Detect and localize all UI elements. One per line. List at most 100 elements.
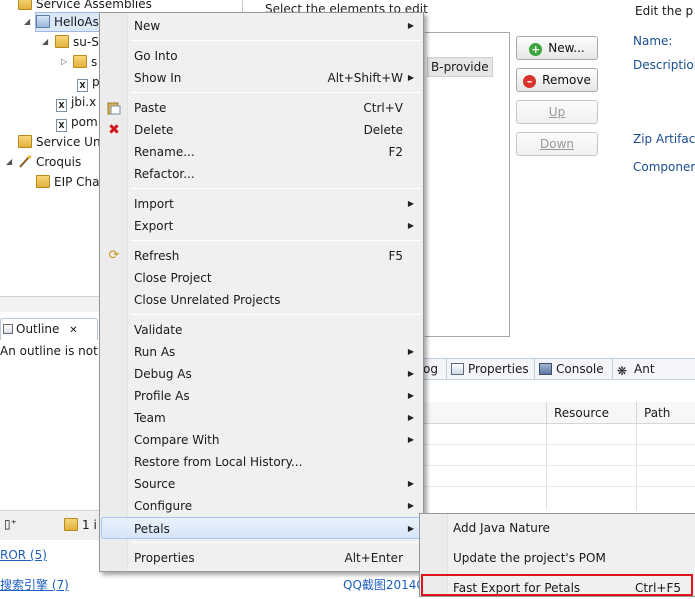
submenu-arrow-icon: ▶ [407,199,414,208]
menu-separator [131,314,421,315]
menu-item-debug-as[interactable]: Debug As ▶ [101,363,422,385]
submenu-arrow-icon: ▶ [407,391,414,400]
paste-icon [107,101,121,115]
menu-item-configure[interactable]: Configure ▶ [101,495,422,517]
xml-file-icon: X [56,99,67,112]
menu-item-show-in[interactable]: Show In Alt+Shift+W ▶ [101,67,422,89]
bottom-toolbar: ▯⁺ 1 i [0,510,100,540]
menu-item-compare-with[interactable]: Compare With ▶ [101,429,422,451]
menu-separator [131,92,421,93]
submenu-arrow-icon: ▶ [407,479,414,488]
submenu-arrow-icon: ▶ [407,435,414,444]
remove-button[interactable]: – Remove [516,68,598,92]
xml-file-icon: X [77,79,88,92]
menu-item-close-project[interactable]: Close Project [101,267,422,289]
editor-right-title: Edit the p [635,4,694,18]
project-icon [36,15,50,28]
submenu-arrow-icon: ▶ [407,347,414,356]
tree-item-jbi[interactable]: Xjbi.x [56,92,96,112]
menu-item-paste[interactable]: Paste Ctrl+V [101,97,422,119]
qq-screenshot-label[interactable]: QQ截图20140 [343,576,424,593]
tree-toggle-icon[interactable]: ◢ [24,12,32,32]
outline-message: An outline is not a [0,344,109,358]
submenu-arrow-icon: ▶ [407,73,414,82]
folder-icon [36,175,50,188]
tab-ant[interactable]: ❋ Ant [612,359,655,380]
tree-toggle-icon[interactable]: ◢ [42,32,50,52]
component-label: Componer [633,160,695,174]
menu-item-refresh[interactable]: ⟳ Refresh F5 [101,245,422,267]
table-row[interactable] [420,445,695,466]
menu-separator [131,240,421,241]
column-path[interactable]: Path [636,402,695,424]
menu-item-import[interactable]: Import ▶ [101,193,422,215]
status-text: 1 i [64,518,97,532]
tree-item-s[interactable]: s [73,52,97,72]
menu-item-close-unrelated-projects[interactable]: Close Unrelated Projects [101,289,422,311]
zip-artifact-label: Zip Artifact [633,132,695,146]
menu-separator [131,542,421,543]
delete-icon: ✖ [108,122,120,138]
column-divider [546,424,547,510]
console-icon [539,363,552,375]
xml-file-icon: X [56,119,67,132]
submenu-arrow-icon: ▶ [407,369,414,378]
tree-item-service-units[interactable]: Service Un [18,132,101,152]
table-row[interactable] [420,424,695,445]
menu-item-restore-local-history[interactable]: Restore from Local History... [101,451,422,473]
menu-item-profile-as[interactable]: Profile As ▶ [101,385,422,407]
table-row[interactable] [420,466,695,487]
menu-item-petals[interactable]: Petals ▶ [101,517,422,539]
menu-item-properties[interactable]: Properties Alt+Enter [101,547,422,569]
tab-console[interactable]: Console [534,359,604,380]
up-button[interactable]: Up [516,100,598,124]
menu-item-source[interactable]: Source ▶ [101,473,422,495]
elements-list[interactable] [425,32,510,337]
tree-item-pom[interactable]: Xpom [56,112,98,132]
add-icon: + [529,43,543,56]
tree-expand-icon[interactable]: ▷ [61,52,69,72]
menu-item-export[interactable]: Export ▶ [101,215,422,237]
column-resource[interactable]: Resource [546,402,636,424]
remove-icon: – [523,75,537,88]
highlight-box [421,574,693,596]
outline-icon [3,324,13,334]
menu-item-update-pom[interactable]: Update the project's POM [421,547,695,569]
submenu-arrow-icon: ▶ [407,524,414,533]
menu-item-go-into[interactable]: Go Into [101,45,422,67]
error-link[interactable]: ROR (5) [0,548,47,562]
column-divider [636,424,637,510]
folder-icon [64,518,78,531]
close-icon[interactable]: ✕ [69,325,77,336]
tree-item-croquis[interactable]: Croquis [18,152,81,172]
menu-item-delete[interactable]: ✖ Delete Delete [101,119,422,141]
tab-outline[interactable]: Outline ✕ [0,318,98,340]
tab-properties[interactable]: Properties [446,359,529,380]
editor-icon[interactable]: ▯⁺ [4,517,17,531]
list-item[interactable]: B-provide [427,57,493,77]
tree-item-eip-chart[interactable]: EIP Cha [36,172,100,192]
down-button[interactable]: Down [516,132,598,156]
menu-item-rename[interactable]: Rename... F2 [101,141,422,163]
tree-item-helloas[interactable]: HelloAs [35,12,104,32]
submenu-arrow-icon: ▶ [407,21,414,30]
menu-item-run-as[interactable]: Run As ▶ [101,341,422,363]
refresh-icon: ⟳ [108,248,120,263]
wand-icon [18,154,32,168]
tree-item-su[interactable]: su-S [55,32,99,52]
menu-item-refactor[interactable]: Refactor... [101,163,422,185]
search-engine-link[interactable]: 搜索引擎 (7) [0,576,69,593]
menu-item-new[interactable]: New ▶ [101,15,422,37]
menu-item-validate[interactable]: Validate [101,319,422,341]
folder-icon [55,35,69,48]
name-label: Name: [633,34,673,48]
menu-separator [131,188,421,189]
menu-item-team[interactable]: Team ▶ [101,407,422,429]
menu-item-add-java-nature[interactable]: Add Java Nature [421,517,695,539]
new-button[interactable]: + New... [516,36,598,60]
tree-toggle-icon[interactable]: ◢ [6,152,14,172]
description-label: Description [633,58,695,72]
folder-icon [73,55,87,68]
properties-icon [451,363,464,375]
tree-item-p[interactable]: Xp [77,72,100,92]
